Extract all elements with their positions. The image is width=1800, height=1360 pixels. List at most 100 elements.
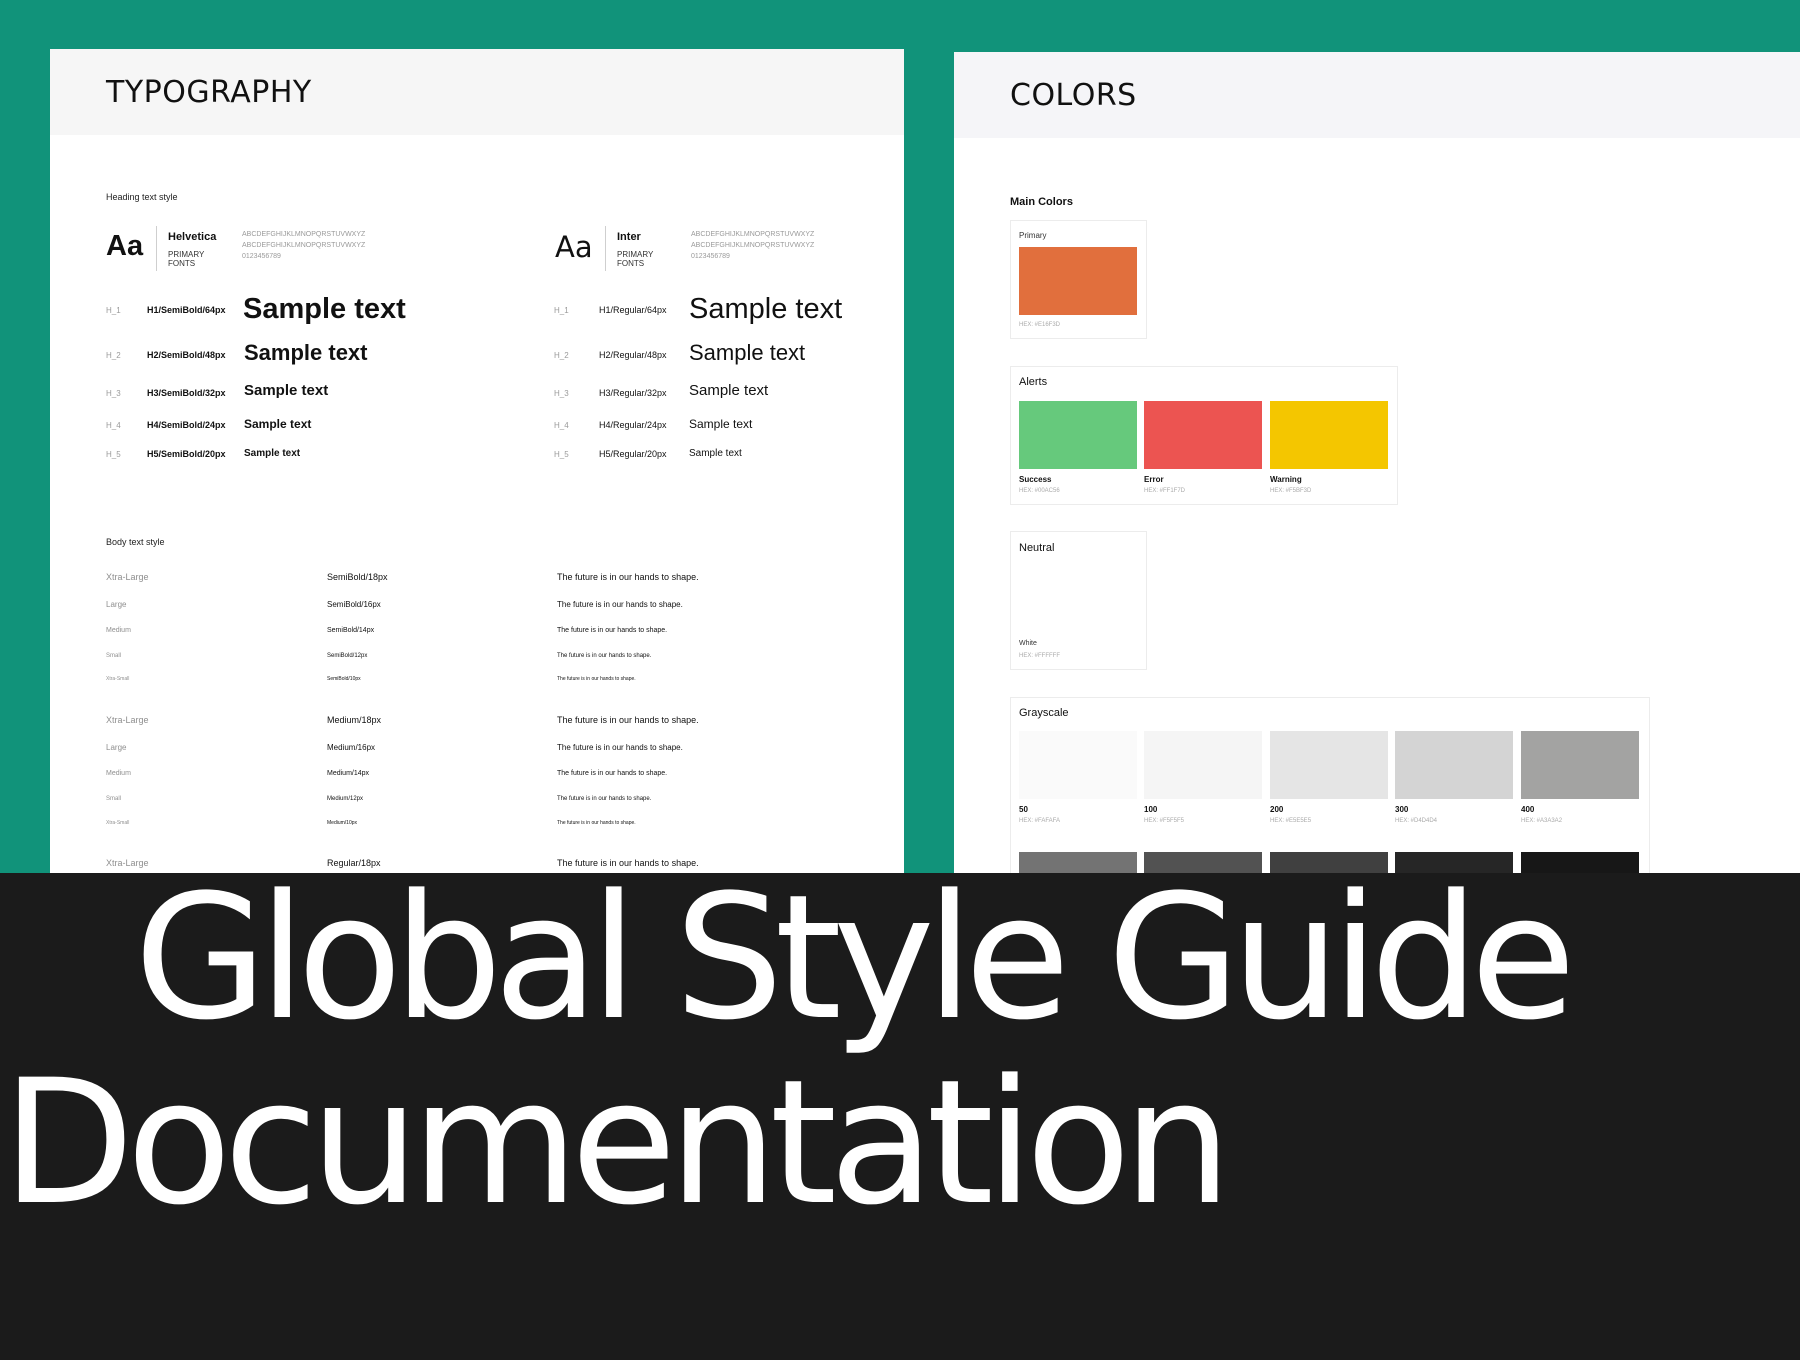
body-spec: Medium/14px	[327, 770, 370, 777]
body-spec: SemiBold/14px	[327, 627, 375, 634]
heading-level: H_2	[106, 351, 121, 360]
swatch-hex: HEX: #FFFFFF	[1019, 653, 1060, 659]
body-size-label: Small	[106, 796, 122, 802]
swatch-hex: HEX: #A3A3A2	[1521, 818, 1563, 824]
body-sample: The future is in our hands to shape.	[557, 600, 683, 609]
heading-style-label: Heading text style	[106, 192, 178, 202]
main-colors-label: Main Colors	[1010, 196, 1073, 208]
font-alphabet: ABCDEFGHIJKLMNOPQRSTUVWXYZ ABCDEFGHIJKLM…	[242, 231, 366, 260]
font-name: Helvetica	[168, 231, 217, 243]
swatch-hex: HEX: #FF1F7D	[1144, 488, 1186, 494]
swatch-name: Error	[1144, 475, 1164, 484]
heading-sample-h2: Sample text	[689, 340, 806, 365]
heading-spec: H1/Regular/64px	[599, 305, 667, 315]
body-size-label: Large	[106, 600, 127, 609]
swatch-name: 50	[1019, 805, 1028, 814]
colors-title: COLORS	[1010, 77, 1137, 113]
heading-sample-h4: Sample text	[244, 417, 312, 431]
font-aa-sample: Aa	[555, 230, 593, 264]
neutral-card: Neutral White HEX: #FFFFFF	[1010, 531, 1147, 670]
body-size-label: Xtra-Small	[106, 820, 130, 826]
font-name: Inter	[617, 231, 641, 243]
neutral-title: Neutral	[1019, 542, 1055, 554]
body-sample: The future is in our hands to shape.	[557, 743, 683, 752]
body-sample: The future is in our hands to shape.	[557, 676, 636, 682]
body-spec: SemiBold/12px	[327, 653, 368, 659]
swatch-name: 200	[1270, 805, 1284, 814]
error-swatch	[1144, 401, 1262, 469]
body-size-label: Xtra-Small	[106, 676, 130, 682]
banner-title-line2: Documentation	[2, 1042, 1232, 1243]
grayscale-title: Grayscale	[1019, 707, 1069, 719]
alerts-card: Alerts Success Error Warning HEX: #00AC5…	[1010, 366, 1398, 505]
heading-level: H_3	[554, 389, 569, 398]
heading-sample-h2: Sample text	[244, 340, 368, 365]
heading-sample-h1: Sample text	[243, 293, 406, 325]
colors-header: COLORS	[954, 52, 1800, 138]
heading-spec: H3/Regular/32px	[599, 388, 667, 398]
swatch-hex: HEX: #E16F3D	[1019, 322, 1061, 328]
heading-spec: H2/SemiBold/48px	[147, 350, 226, 360]
body-sample: The future is in our hands to shape.	[557, 653, 652, 659]
body-sample: The future is in our hands to shape.	[557, 627, 668, 634]
font-divider	[605, 226, 606, 271]
heading-level: H_1	[106, 306, 121, 315]
swatch-name: Success	[1019, 475, 1052, 484]
banner-title-line1: Global Style Guide	[134, 857, 1576, 1058]
body-size-label: Xtra-Large	[106, 572, 149, 582]
typography-panel: TYPOGRAPHY Heading text style Aa Helveti…	[50, 49, 904, 873]
swatch-hex: HEX: #FAFAFA	[1019, 818, 1061, 824]
gray-50-swatch	[1019, 731, 1137, 799]
body-spec: Medium/18px	[327, 715, 382, 725]
heading-spec: H1/SemiBold/64px	[147, 305, 226, 315]
typography-header: TYPOGRAPHY	[50, 49, 904, 135]
body-style-label: Body text style	[106, 537, 165, 547]
body-spec: Medium/12px	[327, 796, 364, 802]
success-swatch	[1019, 401, 1137, 469]
body-spec: SemiBold/10px	[327, 676, 361, 682]
heading-spec: H5/SemiBold/20px	[147, 449, 226, 459]
font-alphabet: ABCDEFGHIJKLMNOPQRSTUVWXYZ ABCDEFGHIJKLM…	[691, 231, 815, 260]
swatch-name: 400	[1521, 805, 1535, 814]
heading-sample-h3: Sample text	[689, 382, 769, 399]
body-size-label: Medium	[106, 770, 131, 777]
gray-100-swatch	[1144, 731, 1262, 799]
typography-title: TYPOGRAPHY	[106, 74, 312, 110]
font-divider	[156, 226, 157, 271]
heading-level: H_4	[554, 421, 569, 430]
body-sample: The future is in our hands to shape.	[557, 796, 652, 802]
body-size-label: Small	[106, 653, 122, 659]
white-swatch	[1019, 566, 1137, 634]
gray-300-swatch	[1395, 731, 1513, 799]
heading-level: H_2	[554, 351, 569, 360]
swatch-hex: HEX: #D4D4D4	[1395, 818, 1438, 824]
heading-level: H_5	[554, 450, 569, 459]
body-sample: The future is in our hands to shape.	[557, 715, 699, 725]
body-spec: Medium/10px	[327, 820, 358, 826]
heading-level: H_4	[106, 421, 121, 430]
primary-swatch	[1019, 247, 1137, 315]
swatch-name: 100	[1144, 805, 1158, 814]
gray-200-swatch	[1270, 731, 1388, 799]
swatch-hex: HEX: #F5F5F5	[1144, 818, 1185, 824]
heading-spec: H2/Regular/48px	[599, 350, 667, 360]
swatch-name: Warning	[1270, 475, 1302, 484]
font-role: PRIMARY FONTS	[617, 250, 654, 268]
font-aa-sample: Aa	[106, 230, 144, 262]
heading-spec: H4/SemiBold/24px	[147, 420, 226, 430]
heading-level: H_1	[554, 306, 569, 315]
colors-panel: COLORS Main Colors Primary HEX: #E16F3D …	[954, 52, 1800, 873]
body-size-label: Medium	[106, 627, 131, 634]
heading-level: H_5	[106, 450, 121, 459]
heading-level: H_3	[106, 389, 121, 398]
swatch-hex: HEX: #F5BF3D	[1270, 488, 1312, 494]
body-sample: The future is in our hands to shape.	[557, 820, 636, 826]
body-sample: The future is in our hands to shape.	[557, 770, 668, 777]
heading-spec: H3/SemiBold/32px	[147, 388, 226, 398]
body-sample: The future is in our hands to shape.	[557, 572, 699, 582]
title-banner: Global Style Guide Documentation	[0, 857, 1800, 1360]
heading-sample-h5: Sample text	[244, 448, 301, 459]
primary-color-card: Primary HEX: #E16F3D	[1010, 220, 1147, 339]
swatch-hex: HEX: #E5E5E5	[1270, 818, 1312, 824]
body-size-label: Large	[106, 743, 127, 752]
